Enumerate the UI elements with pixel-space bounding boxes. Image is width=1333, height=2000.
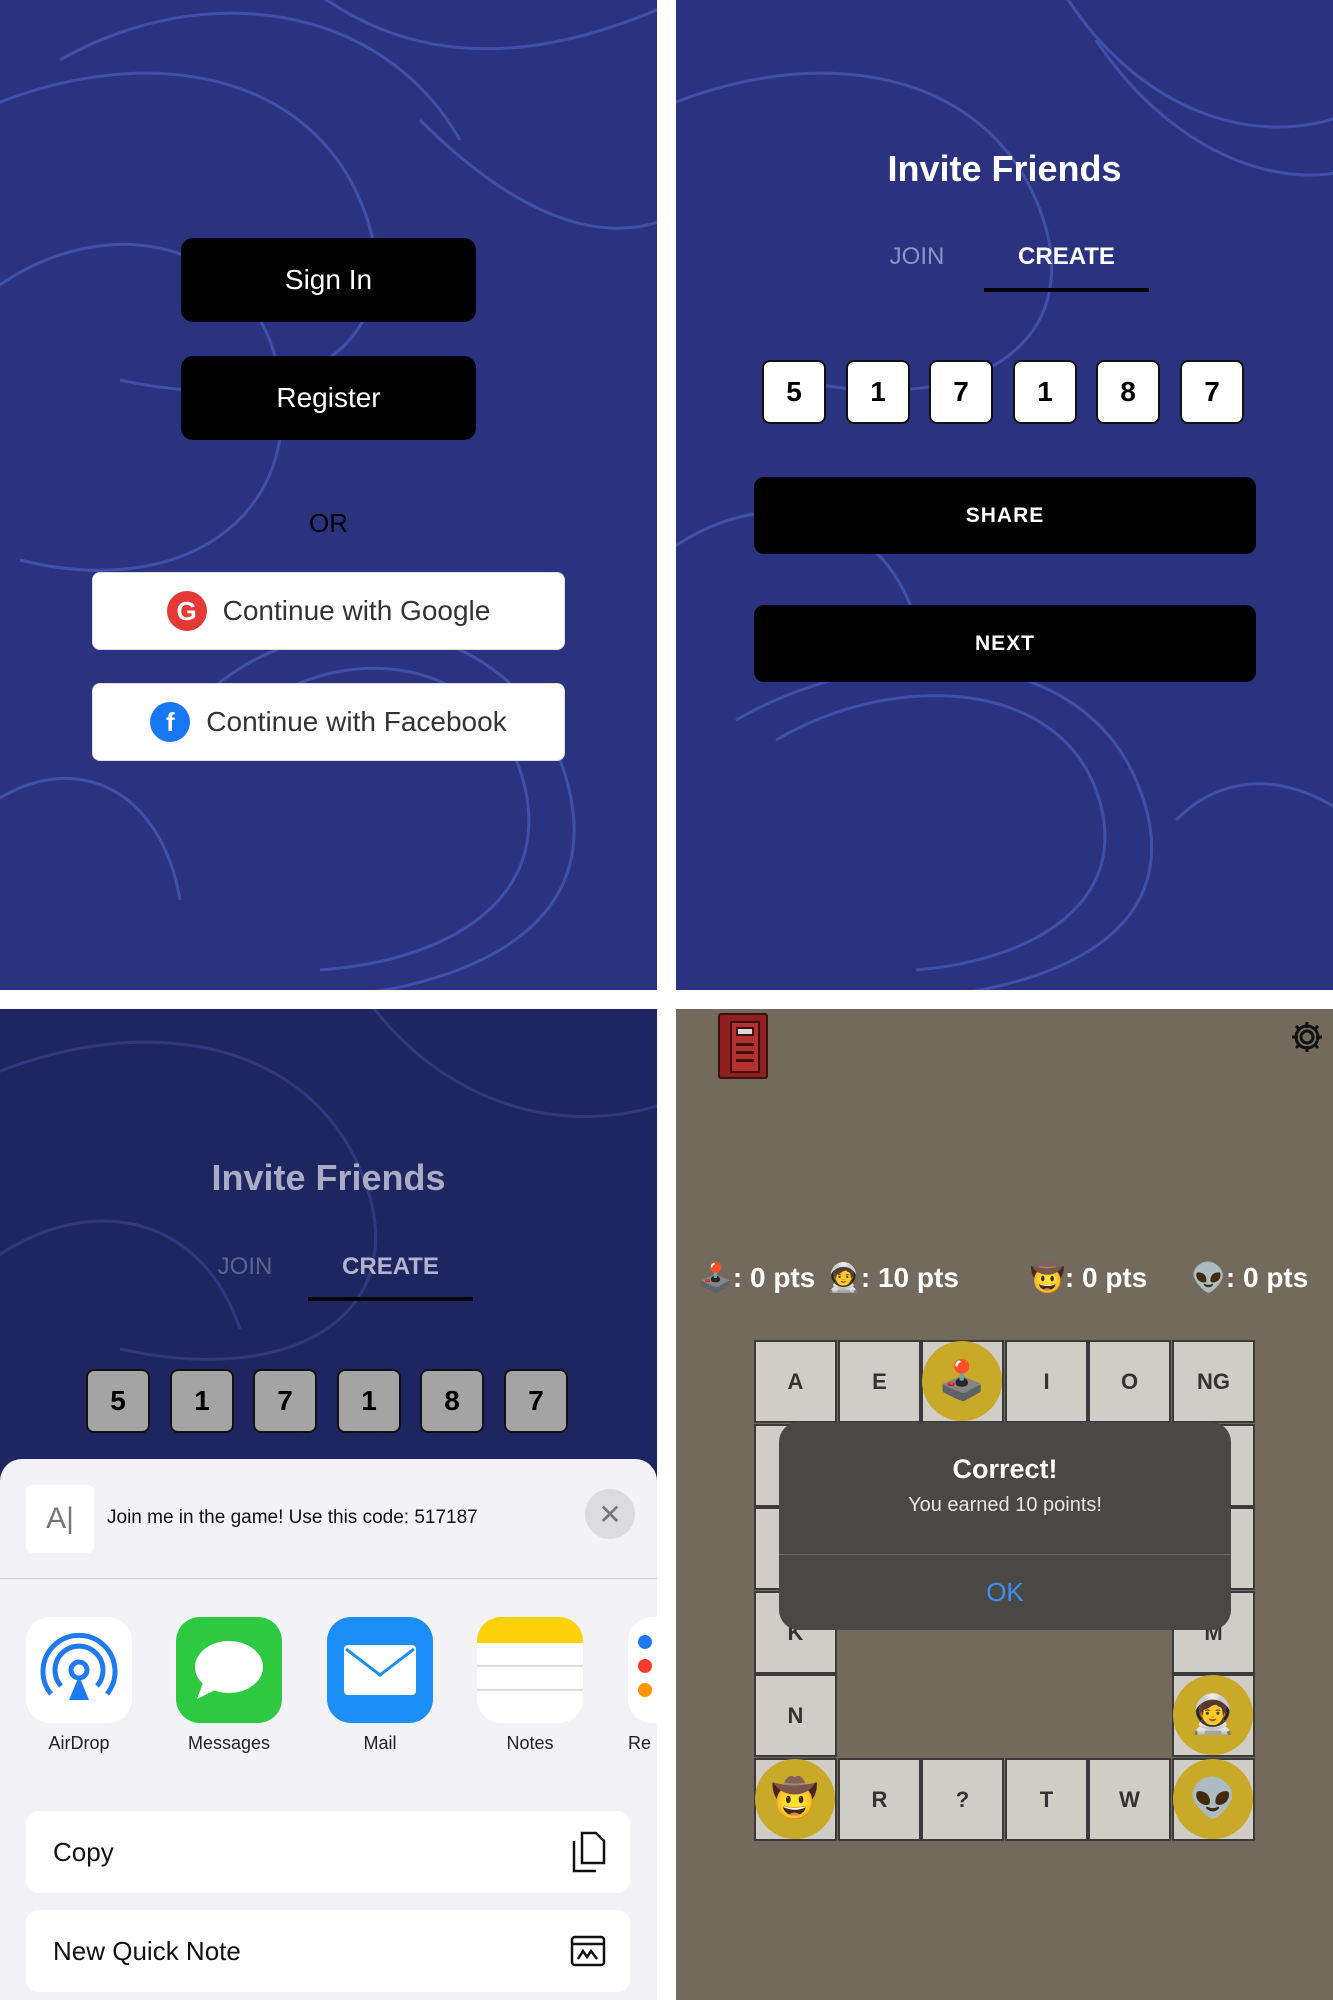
invite-friends-screen: Invite Friends JOIN CREATE 5 1 7 1 8 7 S… [676,0,1333,990]
code-digit: 8 [1096,360,1160,424]
cowboy-icon: 🤠 [1030,1262,1065,1293]
share-message-text: Join me in the game! Use this code: 5171… [107,1507,478,1528]
auth-screen: Sign In Register OR G Continue with Goog… [0,0,657,990]
app-label: Re [628,1733,652,1753]
alien-icon: 👽 [1189,1778,1237,1820]
gear-icon[interactable] [1290,1020,1324,1054]
divider [0,1578,657,1579]
share-app-notes[interactable]: Notes [477,1617,583,1754]
score-player-4: 👽: 0 pts [1191,1261,1308,1294]
copy-label: Copy [53,1836,114,1867]
share-app-mail[interactable]: Mail [327,1617,433,1754]
share-sheet: A| Join me in the game! Use this code: 5… [0,1459,657,2000]
code-digit: 7 [504,1369,568,1433]
facebook-button-label: Continue with Facebook [206,706,507,737]
game-screen: 🕹️: 0 pts 🧑‍🚀: 10 pts 🤠: 0 pts 👽: 0 pts … [676,1009,1333,2000]
quick-note-label: New Quick Note [53,1935,241,1966]
board-cell[interactable]: N [754,1674,837,1757]
score-text: : 0 pts [1064,1262,1148,1293]
google-button-label: Continue with Google [222,595,491,626]
code-digit: 1 [1013,360,1077,424]
score-player-3: 🤠: 0 pts [1030,1261,1147,1294]
score-text: : 10 pts [860,1262,959,1293]
quick-note-icon [570,1935,606,1967]
board-cell[interactable]: A [754,1340,837,1423]
player-token-cowboy: 🤠 [755,1759,835,1839]
player-token-joystick: 🕹️ [922,1341,1002,1421]
board-cell[interactable]: T [1005,1758,1088,1841]
score-text: : 0 pts [732,1262,816,1293]
messages-icon [176,1617,282,1723]
alien-icon: 👽 [1191,1262,1226,1293]
code-digit: 7 [929,360,993,424]
score-player-2: 🧑‍🚀: 10 pts [826,1261,959,1294]
player-token-astronaut: 🧑‍🚀 [1173,1675,1253,1755]
close-icon[interactable]: ✕ [585,1489,635,1539]
code-digit: 1 [337,1369,401,1433]
page-title: Invite Friends [211,1157,446,1198]
share-app-airdrop[interactable]: AirDrop [26,1617,132,1754]
app-label: AirDrop [48,1733,110,1753]
facebook-icon: f [150,702,191,742]
astronaut-icon: 🧑‍🚀 [1189,1694,1237,1736]
board-cell[interactable]: O [1088,1340,1171,1423]
board-cell[interactable]: E [838,1340,921,1423]
board-cell[interactable]: W [1088,1758,1171,1841]
next-button[interactable]: NEXT [754,605,1256,682]
code-digit: 1 [846,360,910,424]
share-sheet-screen: Invite Friends JOIN CREATE 5 1 7 1 8 7 A… [0,1009,657,2000]
ok-button[interactable]: OK [779,1555,1231,1630]
astronaut-icon: 🧑‍🚀 [826,1262,861,1293]
sign-in-button[interactable]: Sign In [181,238,476,322]
active-tab-indicator [984,288,1149,292]
alert-message: You earned 10 points! [908,1494,1102,1516]
tab-create[interactable]: CREATE [308,1253,473,1281]
continue-with-facebook-button[interactable]: f Continue with Facebook [92,683,565,761]
correct-alert: Correct! You earned 10 points! OK [779,1422,1231,1630]
board-cell[interactable]: ? [921,1758,1004,1841]
alert-title: Correct! [952,1454,1058,1484]
share-app-messages[interactable]: Messages [176,1617,282,1754]
tab-join[interactable]: JOIN [872,243,962,271]
copy-action[interactable]: Copy [26,1811,630,1893]
score-text: : 0 pts [1225,1262,1309,1293]
player-token-alien: 👽 [1173,1759,1253,1839]
notes-icon [477,1617,583,1723]
copy-icon [572,1831,606,1873]
code-digit: 7 [253,1369,317,1433]
new-quick-note-action[interactable]: New Quick Note [26,1910,630,1992]
airdrop-icon [26,1617,132,1723]
board-cell[interactable]: R [838,1758,921,1841]
or-divider: OR [309,508,348,538]
app-label: Messages [187,1733,271,1753]
code-digit: 7 [1180,360,1244,424]
continue-with-google-button[interactable]: G Continue with Google [92,572,565,650]
code-digit: 5 [762,360,826,424]
book-icon[interactable] [718,1013,768,1079]
tab-join[interactable]: JOIN [200,1253,290,1281]
google-icon: G [166,591,207,631]
active-tab-indicator [308,1297,473,1301]
background-pattern [0,0,657,990]
cowboy-icon: 🤠 [771,1778,819,1820]
app-label: Mail [363,1733,397,1753]
code-digit: 1 [170,1369,234,1433]
text-document-icon: A| [26,1485,94,1553]
code-digit: 5 [86,1369,150,1433]
joystick-icon: 🕹️ [938,1360,986,1402]
code-digit: 8 [420,1369,484,1433]
score-player-1: 🕹️: 0 pts [698,1261,815,1294]
app-label: Notes [506,1733,554,1753]
share-app-reminders[interactable]: Re [628,1617,657,1754]
board-cell[interactable]: NG [1172,1340,1255,1423]
share-button[interactable]: SHARE [754,477,1256,554]
board-cell[interactable]: I [1005,1340,1088,1423]
reminders-icon [628,1617,657,1723]
joystick-icon: 🕹️ [698,1262,733,1293]
page-title: Invite Friends [887,148,1122,189]
mail-icon [327,1617,433,1723]
tab-create[interactable]: CREATE [984,243,1149,271]
register-button[interactable]: Register [181,356,476,440]
